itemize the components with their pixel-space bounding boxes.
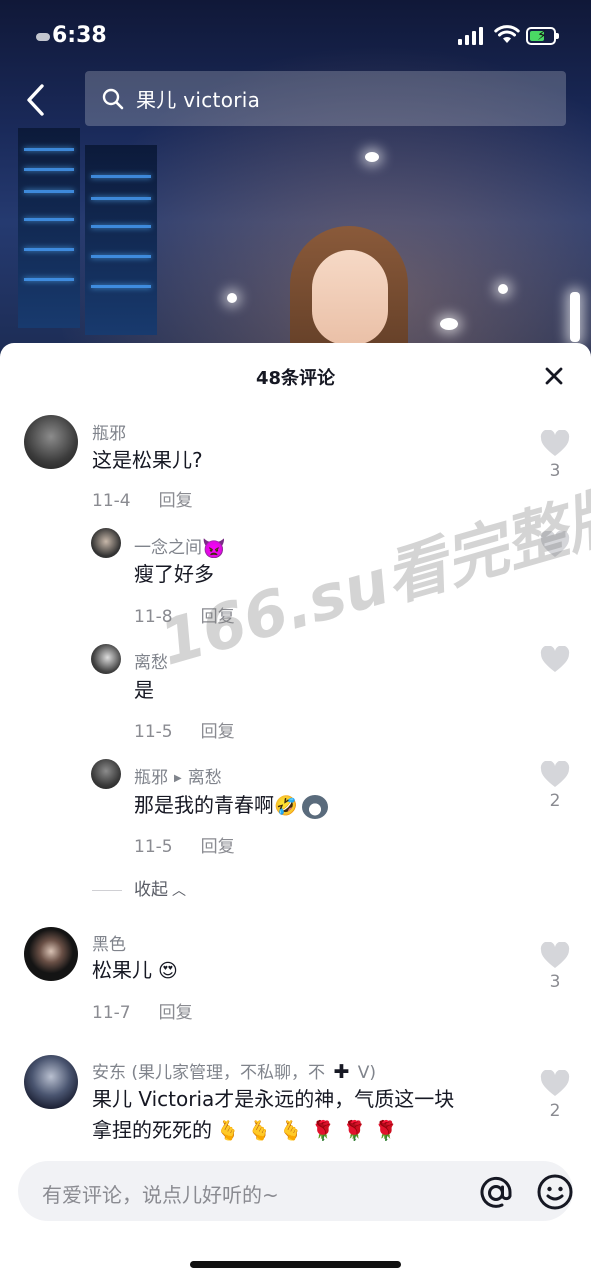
avatar[interactable]: [91, 759, 121, 789]
wifi-icon: [494, 25, 520, 43]
comment-emoji: 🤣: [274, 795, 298, 817]
reply-arrow-icon: ▶: [174, 772, 182, 784]
username-text: 瓶邪: [134, 768, 168, 788]
emoji-face-icon[interactable]: [536, 1173, 574, 1211]
heart-icon: [540, 646, 570, 672]
comment-text: 是: [134, 678, 154, 702]
avatar[interactable]: [91, 528, 121, 558]
comment-date: 11-7: [92, 1003, 131, 1023]
comment-date: 11-4: [92, 491, 131, 511]
like-button[interactable]: [539, 646, 571, 673]
reply-button[interactable]: 回复: [159, 1003, 193, 1023]
comment-username[interactable]: 安东 (果儿家管理，不私聊，不 ✚ V): [92, 1058, 376, 1083]
back-arrow-icon[interactable]: [22, 82, 52, 118]
comment-date: 11-8: [134, 607, 173, 627]
collapse-label: 收起: [134, 880, 168, 900]
comment-text: 那是我的青春啊🤣: [134, 790, 328, 822]
comment-text: 果儿 Victoria才是永远的神，气质这一块: [92, 1087, 455, 1111]
comment-username[interactable]: 离愁: [134, 648, 168, 673]
comment-emoji: 🫰🫰🫰🌹🌹🌹: [216, 1120, 406, 1142]
avatar[interactable]: [91, 644, 121, 674]
like-count: 2: [549, 1101, 561, 1121]
username-suffix: V): [357, 1063, 377, 1083]
comment-meta: 11-4 回复: [92, 486, 193, 511]
username-emoji: 👿: [202, 537, 226, 560]
comment-meta: 11-5 回复: [134, 717, 235, 742]
like-count: 2: [549, 791, 561, 811]
username-text: 安东 (果儿家管理，不私聊，不: [92, 1063, 326, 1083]
status-dot: [36, 33, 50, 41]
chevron-up-icon: ︿: [172, 883, 186, 899]
reply-button[interactable]: 回复: [159, 491, 193, 511]
heart-icon: [540, 1070, 570, 1096]
wolf-sticker-icon: [301, 794, 328, 819]
plus-icon: ✚: [333, 1061, 350, 1083]
comment-meta: 11-8 回复: [134, 602, 235, 627]
comment-meta: 11-7 回复: [92, 998, 193, 1023]
comment-username[interactable]: 瓶邪: [92, 419, 126, 444]
status-time: 6:38: [52, 23, 107, 48]
comment-text-body: 那是我的青春啊: [134, 793, 274, 817]
reply-button[interactable]: 回复: [201, 722, 235, 742]
comment-emoji: 😍: [158, 960, 178, 982]
building: [85, 145, 157, 335]
heart-icon: [540, 531, 570, 557]
comment-text: 松果儿 😍: [92, 955, 178, 987]
comment-input-placeholder: 有爱评论，说点儿好听的~: [42, 1183, 279, 1207]
home-indicator[interactable]: [190, 1261, 401, 1268]
like-button[interactable]: [539, 531, 571, 558]
avatar[interactable]: [24, 927, 78, 981]
comment-username[interactable]: 一念之间👿: [134, 533, 226, 560]
comment-date: 11-5: [134, 837, 173, 857]
like-button[interactable]: [539, 430, 571, 457]
street-light: [365, 152, 379, 162]
close-icon[interactable]: [541, 363, 567, 389]
reply-button[interactable]: 回复: [201, 607, 235, 627]
comment-username[interactable]: 黑色: [92, 930, 126, 955]
comment-meta: 11-5 回复: [134, 832, 235, 857]
like-button[interactable]: [539, 942, 571, 969]
heart-icon: [540, 761, 570, 787]
like-button[interactable]: [539, 1070, 571, 1097]
username-text: 一念之间: [134, 538, 202, 558]
street-light: [440, 318, 458, 330]
comment-text: 拿捏的死死的 🫰🫰🫰🌹🌹🌹: [92, 1115, 406, 1147]
heart-icon: [540, 942, 570, 968]
reply-button[interactable]: 回复: [201, 837, 235, 857]
comment-text-body: 松果儿: [92, 958, 152, 982]
comment-text: 这是松果儿?: [92, 448, 203, 472]
signal-icon: [458, 27, 486, 45]
search-icon: [102, 88, 124, 109]
street-light: [570, 292, 580, 342]
comment-input[interactable]: 有爱评论，说点儿好听的~: [18, 1161, 573, 1221]
avatar[interactable]: [24, 1055, 78, 1109]
at-icon[interactable]: [476, 1173, 516, 1213]
comment-input-bar: 有爱评论，说点儿好听的~: [0, 1148, 591, 1280]
person-face: [312, 250, 388, 345]
street-light: [227, 293, 237, 303]
comment-username[interactable]: 瓶邪 ▶ 离愁: [134, 763, 222, 788]
comment-text-body: 拿捏的死死的: [92, 1118, 212, 1142]
reply-to-user[interactable]: 离愁: [188, 768, 222, 788]
search-bar[interactable]: 果儿 victoria: [85, 71, 566, 126]
divider-line: [92, 889, 122, 891]
street-light: [498, 284, 508, 294]
collapse-replies-button[interactable]: 收起 ︿: [92, 875, 186, 900]
like-count: 3: [549, 461, 561, 481]
search-query: 果儿 victoria: [136, 88, 261, 112]
building: [18, 128, 80, 328]
comments-count-title: 48条评论: [255, 368, 336, 389]
status-bar: 6:38 ⚡: [0, 0, 591, 70]
avatar[interactable]: [24, 415, 78, 469]
like-button[interactable]: [539, 761, 571, 788]
comment-text: 瘦了好多: [134, 562, 214, 586]
like-count: 3: [549, 972, 561, 992]
heart-icon: [540, 430, 570, 456]
battery-icon: ⚡: [526, 27, 559, 45]
comment-date: 11-5: [134, 722, 173, 742]
